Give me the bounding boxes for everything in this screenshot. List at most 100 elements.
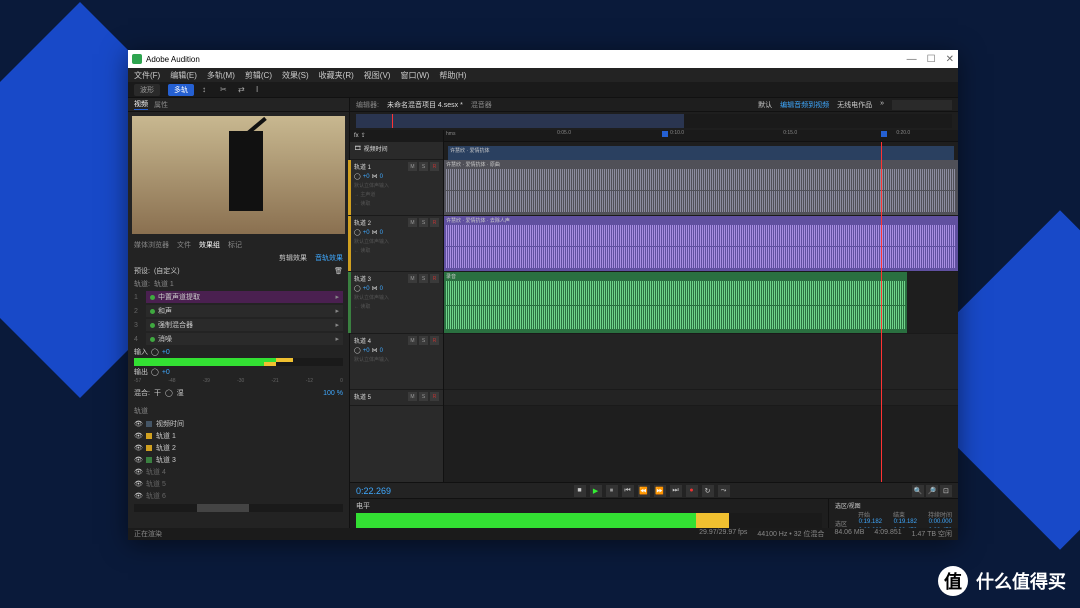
mute-button[interactable]: M <box>408 162 417 171</box>
record-button[interactable]: ● <box>686 485 698 497</box>
track-item-6[interactable]: 轨道 6 <box>146 491 166 501</box>
clip-track3[interactable]: 录音 <box>444 272 907 333</box>
fx-icon[interactable]: fx <box>354 133 359 139</box>
track-item-1[interactable]: 轨道 1 <box>156 431 176 441</box>
app-window: Adobe Audition — ☐ ✕ 文件(F) 编辑(E) 多轨(M) 剪… <box>128 50 958 540</box>
out-marker[interactable] <box>881 131 887 137</box>
move-tool-icon[interactable]: ↕ <box>202 85 212 95</box>
minimize-button[interactable]: — <box>907 54 917 65</box>
menu-view[interactable]: 视图(V) <box>364 70 391 81</box>
app-icon <box>132 54 142 64</box>
trhdr-5[interactable]: 轨道 5 <box>354 392 406 401</box>
mix-knob-icon[interactable]: ◯ <box>165 389 173 397</box>
stop-button[interactable]: ■ <box>574 485 586 497</box>
input-knob-icon[interactable]: ◯ <box>151 348 159 356</box>
mode-multitrack[interactable]: 多轨 <box>168 84 194 96</box>
toolbar: 波形 多轨 ↕ ✂ ⇄ I <box>128 82 958 98</box>
preset-value[interactable]: (自定义) <box>154 266 180 276</box>
tracklist-header: 轨道 <box>134 406 148 416</box>
prev-button[interactable]: ⏮ <box>622 485 634 497</box>
menu-multitrack[interactable]: 多轨(M) <box>207 70 235 81</box>
menu-window[interactable]: 窗口(W) <box>400 70 429 81</box>
loop-button[interactable]: ↻ <box>702 485 714 497</box>
search-input[interactable] <box>892 100 952 110</box>
track-item-4[interactable]: 轨道 4 <box>146 467 166 477</box>
time-ruler[interactable]: hms 0:05.0 0:10.0 0:15.0 0:20.0 <box>444 130 958 142</box>
video-preview <box>132 116 345 234</box>
eye-icon[interactable]: 👁 <box>134 420 142 428</box>
trhdr-2[interactable]: 轨道 2 <box>354 218 406 227</box>
fx-slot-2[interactable]: 和声▸ <box>146 305 343 317</box>
statusbar: 正在渲染 29.97/29.97 fps 44100 Hz • 32 位混合 8… <box>128 528 958 540</box>
delete-icon[interactable]: 🗑 <box>334 267 343 275</box>
menu-edit[interactable]: 编辑(E) <box>170 70 197 81</box>
zoom-out-icon[interactable]: 🔎 <box>926 485 938 497</box>
output-value[interactable]: +0 <box>162 369 170 376</box>
subtab-track-fx[interactable]: 音轨效果 <box>315 253 343 263</box>
slip-tool-icon[interactable]: ⇄ <box>238 85 248 95</box>
watermark-badge: 值 <box>938 566 968 596</box>
mix-label: 混合: <box>134 388 150 398</box>
overview-bar[interactable] <box>356 114 952 128</box>
track-item-2[interactable]: 轨道 2 <box>156 443 176 453</box>
fx-slot-4[interactable]: 消噪▸ <box>146 333 343 345</box>
timecode[interactable]: 0:22.269 <box>356 486 391 496</box>
mixer-tab[interactable]: 混音器 <box>471 100 492 110</box>
mode-waveform[interactable]: 波形 <box>134 84 160 96</box>
maximize-button[interactable]: ☐ <box>927 54 936 65</box>
workspace-default[interactable]: 默认 <box>758 100 772 110</box>
tab-markers[interactable]: 标记 <box>228 240 242 250</box>
trhdr-video[interactable]: 视频时间 <box>364 144 439 153</box>
input-meter <box>134 358 343 366</box>
trhdr-1[interactable]: 轨道 1 <box>354 162 406 171</box>
time-select-icon[interactable]: I <box>256 85 266 95</box>
fx-track-label: 轨道: <box>134 279 150 289</box>
forward-button[interactable]: ⏩ <box>654 485 666 497</box>
tab-effects-rack[interactable]: 效果组 <box>199 240 220 250</box>
input-value[interactable]: +0 <box>162 349 170 356</box>
tab-properties[interactable]: 属性 <box>154 100 168 110</box>
in-marker[interactable] <box>662 131 668 137</box>
tab-video[interactable]: 视频 <box>134 99 148 110</box>
fx-slot-1[interactable]: 中置声道提取▸ <box>146 291 343 303</box>
track-item-3[interactable]: 轨道 3 <box>156 455 176 465</box>
subtab-clip-fx[interactable]: 剪辑效果 <box>279 253 307 263</box>
close-button[interactable]: ✕ <box>946 54 954 65</box>
track-item-5[interactable]: 轨道 5 <box>146 479 166 489</box>
zoom-fit-icon[interactable]: ⊡ <box>940 485 952 497</box>
workspace-edit-av[interactable]: 编辑音频到视频 <box>780 100 829 110</box>
trhdr-4[interactable]: 轨道 4 <box>354 336 406 345</box>
editor-label: 编辑器: <box>356 100 379 110</box>
rewind-button[interactable]: ⏪ <box>638 485 650 497</box>
output-knob-icon[interactable]: ◯ <box>151 368 159 376</box>
razor-tool-icon[interactable]: ✂ <box>220 85 230 95</box>
fx-slot-3[interactable]: 强制混合器▸ <box>146 319 343 331</box>
skip-button[interactable]: ⤳ <box>718 485 730 497</box>
pan-knob-icon[interactable]: ⋈ <box>372 173 378 180</box>
solo-button[interactable]: S <box>419 162 428 171</box>
zoom-in-icon[interactable]: 🔍 <box>912 485 924 497</box>
timeline[interactable]: hms 0:05.0 0:10.0 0:15.0 0:20.0 许慧欣 · 爱情… <box>444 130 958 482</box>
menu-file[interactable]: 文件(F) <box>134 70 160 81</box>
left-scrollbar[interactable] <box>134 504 343 512</box>
tab-files[interactable]: 文件 <box>177 240 191 250</box>
play-button[interactable]: ▶ <box>590 485 602 497</box>
trhdr-3[interactable]: 轨道 3 <box>354 274 406 283</box>
menu-help[interactable]: 帮助(H) <box>439 70 466 81</box>
next-button[interactable]: ⏭ <box>670 485 682 497</box>
rec-arm-button[interactable]: R <box>430 162 439 171</box>
menu-effects[interactable]: 效果(S) <box>282 70 309 81</box>
menu-clip[interactable]: 剪辑(C) <box>245 70 272 81</box>
track-item-video[interactable]: 视频时间 <box>156 419 184 429</box>
send-icon[interactable]: ⇪ <box>361 132 366 139</box>
pause-button[interactable]: ⏸ <box>606 485 618 497</box>
mix-percent[interactable]: 100 % <box>323 390 343 397</box>
status-duration: 4:09.851 <box>874 529 901 539</box>
workspace-more-icon[interactable]: » <box>880 100 884 110</box>
vol-knob-icon[interactable]: ◯ <box>354 173 361 180</box>
status-samplerate: 44100 Hz • 32 位混合 <box>757 529 824 539</box>
menu-favorites[interactable]: 收藏夹(R) <box>319 70 354 81</box>
tab-media-browser[interactable]: 媒体浏览器 <box>134 240 169 250</box>
playhead[interactable] <box>881 142 882 482</box>
workspace-radio[interactable]: 无线电作品 <box>837 100 872 110</box>
